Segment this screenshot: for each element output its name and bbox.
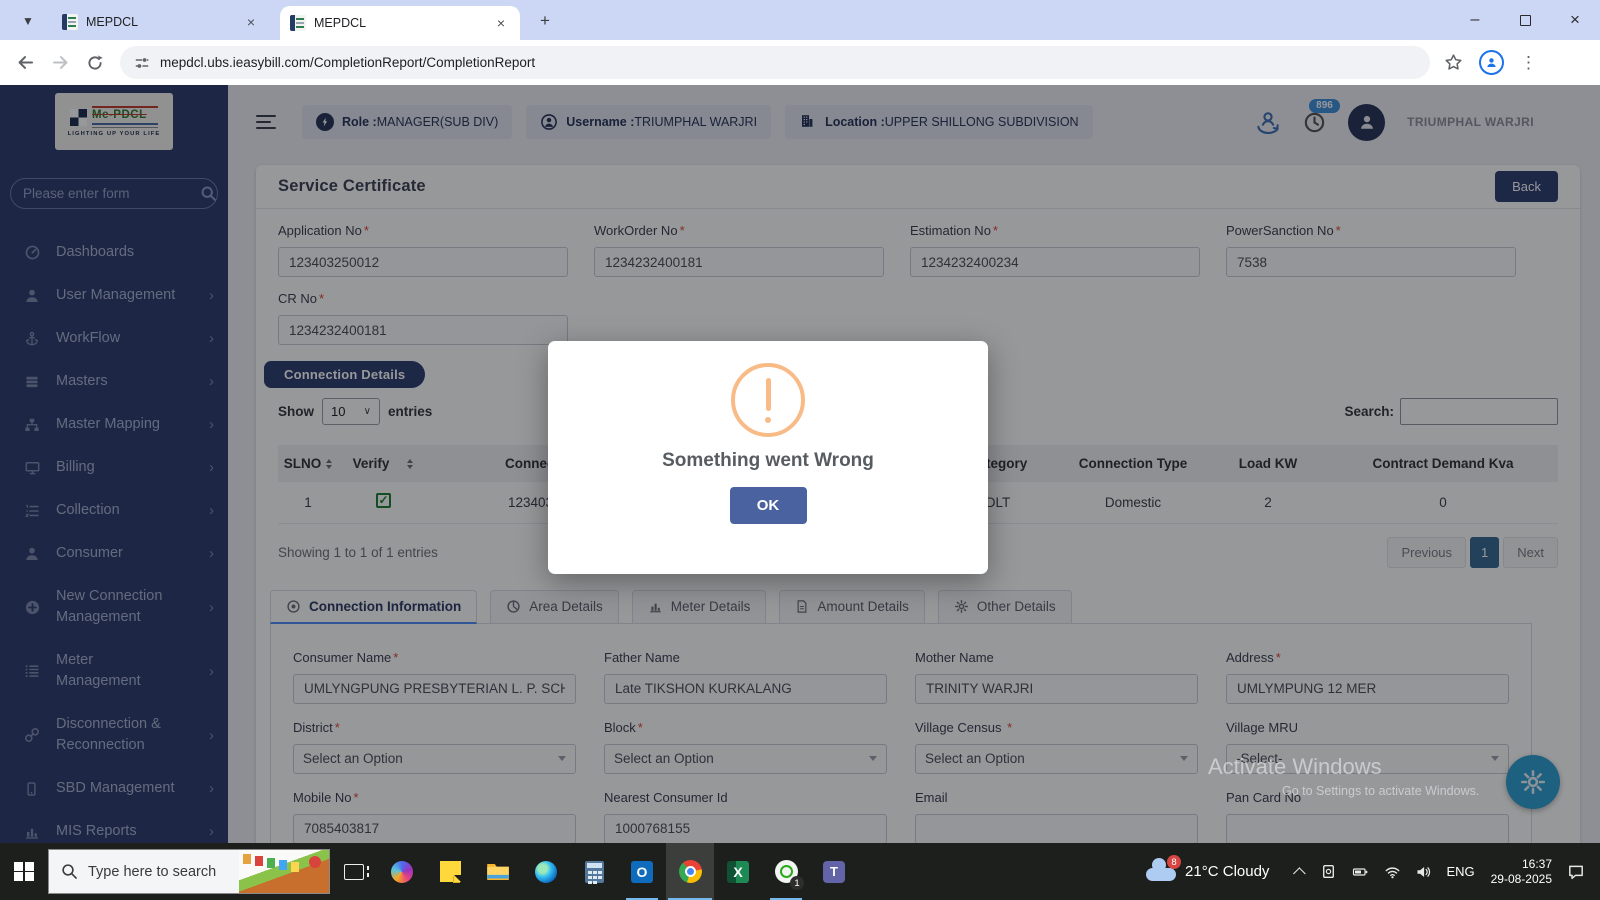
minimize-button[interactable]: – <box>1450 0 1500 40</box>
ok-button[interactable]: OK <box>729 487 807 524</box>
bookmark-star-icon[interactable] <box>1444 53 1463 72</box>
browser-tab-inactive[interactable]: MEPDCL × <box>52 7 270 37</box>
calculator-icon <box>584 860 604 883</box>
taskbar-date: 29-08-2025 <box>1490 871 1552 886</box>
activate-windows-watermark: Activate Windows Go to Settings to activ… <box>1208 754 1480 798</box>
sticky-notes-button[interactable] <box>426 843 474 900</box>
taskbar-time: 16:37 <box>1521 856 1552 871</box>
windows-taskbar: Type here to search O X 1 T 8 21°C Cloud… <box>0 843 1600 900</box>
mepdcl-favicon-icon <box>290 15 306 31</box>
url-text: mepdcl.ubs.ieasybill.com/CompletionRepor… <box>160 55 536 70</box>
whatsapp-button[interactable]: 1 <box>762 843 810 900</box>
tab-close-icon[interactable]: × <box>492 14 510 32</box>
sticky-notes-icon <box>439 861 461 882</box>
task-view-button[interactable] <box>330 843 378 900</box>
browser-menu-icon[interactable]: ⋮ <box>1520 53 1537 73</box>
reload-icon[interactable] <box>86 54 104 72</box>
tab-title: MEPDCL <box>314 16 367 30</box>
search-highlight-image <box>239 850 329 893</box>
chrome-button[interactable] <box>666 843 714 900</box>
excel-icon: X <box>727 860 749 883</box>
url-bar[interactable]: mepdcl.ubs.ieasybill.com/CompletionRepor… <box>120 46 1430 79</box>
file-explorer-button[interactable] <box>474 843 522 900</box>
battery-icon[interactable] <box>1351 864 1370 880</box>
outlook-icon: O <box>631 860 653 883</box>
new-tab-button[interactable]: + <box>534 10 556 32</box>
maximize-button[interactable] <box>1500 0 1550 40</box>
windows-logo-icon <box>14 861 34 882</box>
browser-profile-icon[interactable] <box>1479 50 1504 75</box>
task-view-icon <box>344 863 369 880</box>
back-icon[interactable] <box>16 53 35 72</box>
whatsapp-badge: 1 <box>790 876 804 890</box>
weather-desc: Cloudy <box>1222 863 1270 880</box>
chrome-icon <box>678 860 702 883</box>
taskbar-clock[interactable]: 16:37 29-08-2025 <box>1491 857 1552 887</box>
taskbar-search-placeholder: Type here to search <box>88 863 217 880</box>
modal-message: Something went Wrong <box>662 450 874 471</box>
teams-button[interactable]: T <box>810 843 858 900</box>
cloud-icon: 8 <box>1146 855 1182 881</box>
device-icon[interactable] <box>1320 863 1337 880</box>
close-button[interactable]: × <box>1550 0 1600 40</box>
search-icon <box>61 863 78 880</box>
outlook-button[interactable]: O <box>618 843 666 900</box>
weather-widget[interactable]: 8 21°C Cloudy <box>1134 843 1281 900</box>
tab-search-chevron-icon[interactable]: ▼ <box>14 9 42 33</box>
wifi-icon[interactable] <box>1384 864 1401 880</box>
taskbar-search[interactable]: Type here to search <box>48 849 330 894</box>
system-tray <box>1293 863 1432 880</box>
warning-icon <box>731 363 805 437</box>
edge-button[interactable] <box>522 843 570 900</box>
calculator-button[interactable] <box>570 843 618 900</box>
tab-title: MEPDCL <box>86 15 139 29</box>
action-center-icon[interactable] <box>1566 863 1586 881</box>
site-info-icon[interactable] <box>134 55 150 71</box>
weather-badge: 8 <box>1167 855 1182 869</box>
copilot-button[interactable] <box>378 843 426 900</box>
teams-icon: T <box>823 860 845 883</box>
folder-icon <box>487 863 509 880</box>
error-modal: Something went Wrong OK <box>548 341 988 574</box>
tray-chevron-icon[interactable] <box>1293 867 1307 880</box>
weather-temp: 21°C <box>1185 863 1219 880</box>
browser-toolbar: mepdcl.ubs.ieasybill.com/CompletionRepor… <box>0 40 1600 85</box>
tab-close-icon[interactable]: × <box>242 13 260 31</box>
start-button[interactable] <box>0 843 48 900</box>
browser-tab-active[interactable]: MEPDCL × <box>280 6 520 40</box>
taskbar-right: 8 21°C Cloudy ENG 16:37 29-08-2025 <box>1134 843 1600 900</box>
edge-icon <box>535 860 557 883</box>
forward-icon[interactable] <box>51 53 70 72</box>
copilot-icon <box>391 860 413 883</box>
window-controls: – × <box>1450 0 1600 40</box>
excel-button[interactable]: X <box>714 843 762 900</box>
language-indicator[interactable]: ENG <box>1446 864 1474 879</box>
volume-icon[interactable] <box>1415 864 1432 880</box>
mepdcl-favicon-icon <box>62 14 78 30</box>
toolbar-right: ⋮ <box>1444 50 1537 75</box>
browser-tab-strip: ▼ MEPDCL × MEPDCL × + – × <box>0 0 1600 40</box>
